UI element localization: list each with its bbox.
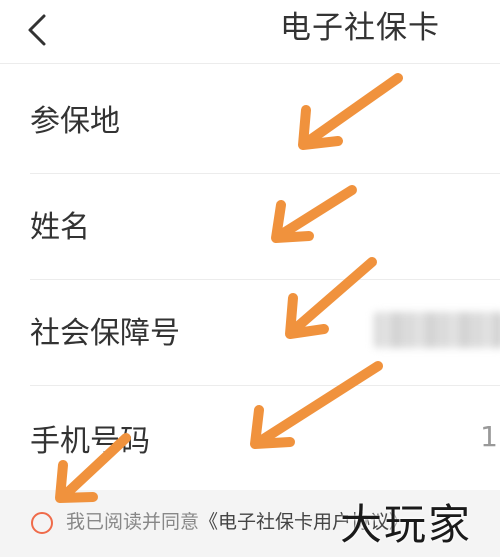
form-row-name[interactable]: 姓名	[30, 174, 500, 280]
phone-number-value: 1	[480, 420, 498, 453]
form-row-region[interactable]: 参保地	[30, 68, 500, 174]
agreement-radio[interactable]	[31, 512, 53, 534]
social-security-number-value-blurred	[374, 312, 500, 348]
page-title: 电子社保卡	[280, 10, 440, 46]
row-label-region: 参保地	[30, 104, 120, 139]
nav-header: 电子社保卡	[0, 0, 500, 64]
form-row-social-security-number[interactable]: 社会保障号	[30, 280, 500, 386]
agreement-prefix: 我已阅读并同意	[66, 511, 200, 533]
form-row-phone-number[interactable]: 手机号码 1	[30, 386, 500, 492]
watermark-logo: 大玩家	[340, 500, 473, 549]
row-label-name: 姓名	[30, 210, 90, 245]
row-label-phone-number: 手机号码	[30, 424, 150, 459]
chevron-left-icon	[28, 14, 46, 46]
back-button[interactable]	[18, 10, 58, 50]
row-label-social-security-number: 社会保障号	[30, 316, 180, 351]
